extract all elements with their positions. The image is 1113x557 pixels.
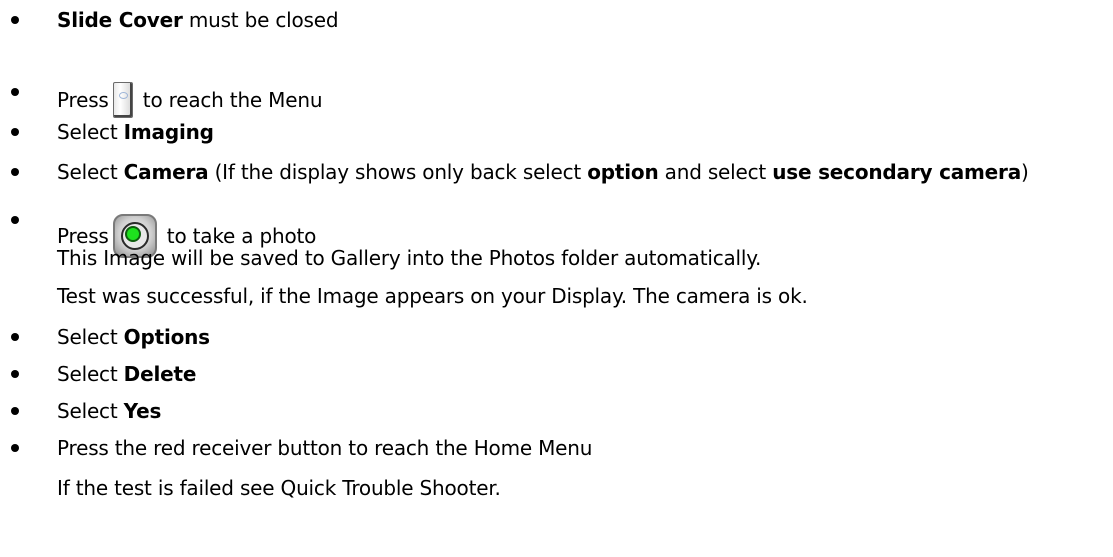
- step-mid: (If the display shows only back select: [208, 160, 588, 184]
- step-text: Select Camera (If the display shows only…: [57, 158, 1029, 186]
- bullet-icon: [11, 88, 19, 96]
- step-pre: Press: [57, 88, 109, 112]
- note-failed: If the test is failed see Quick Trouble …: [57, 476, 501, 500]
- step-text: Press the red receiver button to reach t…: [57, 436, 593, 460]
- bullet-icon: [11, 444, 19, 452]
- step-text: Select Delete: [57, 360, 196, 388]
- step-mid: and select: [658, 160, 773, 184]
- step-pre: Select: [57, 399, 124, 423]
- step-keyword: Imaging: [123, 120, 214, 144]
- capture-dot: [124, 226, 141, 242]
- step-keyword: Delete: [123, 362, 197, 386]
- step-text: Press to reach the Menu: [57, 78, 323, 118]
- step-keyword: Yes: [123, 399, 162, 423]
- step-pre: Select: [57, 120, 124, 144]
- bullet-icon: [11, 16, 19, 24]
- step-post: to reach the Menu: [136, 88, 323, 112]
- instruction-document: Slide Cover must be closed Press to reac…: [0, 0, 1113, 557]
- step-post: ): [1021, 160, 1029, 184]
- bullet-icon: [11, 128, 19, 136]
- note-saved: This Image will be saved to Gallery into…: [57, 246, 762, 270]
- note-success: Test was successful, if the Image appear…: [57, 284, 808, 308]
- step-pre: Select: [57, 362, 124, 386]
- step-rest: must be closed: [182, 8, 339, 32]
- step-text: Select Imaging: [57, 118, 214, 146]
- step-keyword: Slide Cover: [57, 8, 183, 32]
- step-keyword: Camera: [123, 160, 209, 184]
- step-keyword: use secondary camera: [772, 160, 1021, 184]
- step-pre: Select: [57, 325, 124, 349]
- bullet-icon: [11, 407, 19, 415]
- step-text: Select Options: [57, 323, 210, 351]
- step-text: Select Yes: [57, 397, 161, 425]
- step-keyword: Options: [123, 325, 210, 349]
- step-text: Slide Cover must be closed: [57, 6, 339, 34]
- menu-key-icon: [112, 82, 133, 118]
- bullet-icon: [11, 333, 19, 341]
- step-keyword: option: [587, 160, 659, 184]
- step-pre: Select: [57, 160, 124, 184]
- bullet-icon: [11, 216, 19, 224]
- bullet-icon: [11, 370, 19, 378]
- bullet-icon: [11, 168, 19, 176]
